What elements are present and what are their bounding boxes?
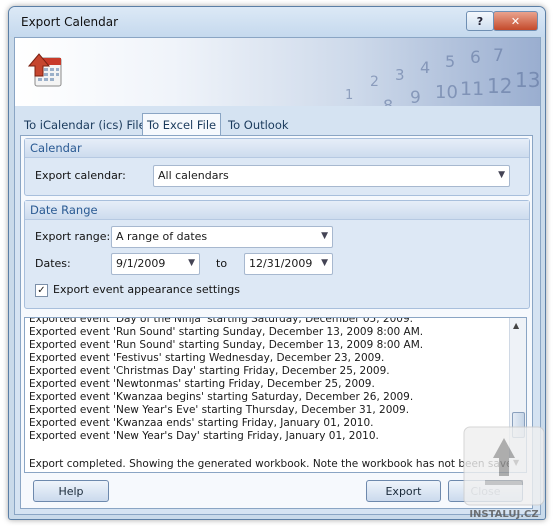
tab-outlook[interactable]: To Outlook	[224, 115, 293, 135]
export-range-value: A range of dates	[116, 230, 208, 243]
banner: 1 2 3 4 5 6 7 8 9 10 11 12 13	[15, 38, 540, 106]
chevron-down-icon: ▼	[321, 231, 328, 241]
log-line: Exported event 'Run Sound' starting Sund…	[29, 326, 424, 338]
log-final-line: Export completed. Showing the generated …	[29, 458, 527, 470]
banner-number: 13	[515, 68, 540, 92]
checkmark-icon: ✓	[37, 285, 46, 296]
log-line: Exported event 'Newtonmas' starting Frid…	[29, 378, 375, 390]
appearance-checkbox-label: Export event appearance settings	[53, 283, 240, 296]
excel-tab-panel: Calendar Export calendar: All calendars …	[20, 135, 533, 509]
export-log[interactable]: Exported event 'Day of the Ninja' starti…	[24, 317, 527, 473]
log-line: Exported event 'Christmas Day' starting …	[29, 365, 390, 377]
banner-number: 5	[445, 52, 456, 71]
tab-excel[interactable]: To Excel File	[142, 113, 222, 136]
log-line: Exported event 'Day of the Ninja' starti…	[29, 317, 413, 325]
banner-number: 9	[410, 88, 421, 106]
help-button[interactable]: Help	[33, 480, 109, 502]
log-line: Exported event 'New Year's Eve' starting…	[29, 404, 410, 416]
calendar-group: Calendar Export calendar: All calendars …	[24, 138, 530, 196]
export-tabs: To iCalendar (ics) File To Excel File To…	[20, 113, 535, 136]
banner-number: 6	[470, 48, 481, 68]
calendar-group-header: Calendar	[25, 139, 529, 158]
export-range-label: Export range:	[35, 230, 111, 243]
banner-number: 11	[460, 78, 485, 100]
date-range-group: Date Range Export range: A range of date…	[24, 200, 530, 309]
log-lines: Exported event 'Day of the Ninja' starti…	[29, 317, 509, 443]
watermark: INSTALUJ.CZ	[463, 426, 545, 520]
banner-number: 8	[383, 96, 394, 106]
log-line: Exported event 'Festivus' starting Wedne…	[29, 352, 385, 364]
watermark-logo-icon	[463, 426, 545, 506]
log-line: Exported event 'Run Sound' starting Sund…	[29, 339, 424, 351]
export-button[interactable]: Export	[366, 480, 441, 502]
chevron-down-icon: ▼	[321, 258, 328, 268]
watermark-text: INSTALUJ.CZ	[469, 509, 539, 520]
chevron-down-icon: ▼	[498, 170, 505, 180]
calendar-export-icon	[27, 53, 62, 87]
export-range-dropdown[interactable]: A range of dates ▼	[111, 226, 333, 248]
log-line: Exported event 'New Year's Day' starting…	[29, 430, 379, 442]
date-range-group-header: Date Range	[25, 201, 529, 220]
tab-icalendar[interactable]: To iCalendar (ics) File	[20, 115, 150, 135]
export-calendar-label: Export calendar:	[35, 169, 126, 182]
title-bar: Export Calendar ? ✕	[9, 7, 545, 37]
log-line: Exported event 'Kwanzaa ends' starting F…	[29, 417, 374, 429]
log-line: Exported event 'Kwanzaa begins' starting…	[29, 391, 414, 403]
banner-number: 3	[395, 66, 405, 84]
window-title: Export Calendar	[21, 15, 119, 29]
start-date-picker[interactable]: 9/1/2009 ▼	[111, 253, 200, 275]
appearance-checkbox[interactable]: ✓	[35, 284, 48, 297]
banner-number: 2	[370, 74, 379, 90]
end-date-picker[interactable]: 12/31/2009 ▼	[244, 253, 333, 275]
export-calendar-value: All calendars	[158, 169, 229, 182]
title-help-button[interactable]: ?	[466, 11, 494, 31]
scroll-up-icon[interactable]: ▲	[513, 321, 519, 330]
banner-number: 12	[487, 74, 513, 98]
dates-label: Dates:	[35, 257, 71, 270]
dialog-client: 1 2 3 4 5 6 7 8 9 10 11 12 13 To iCalendar (ics) Fil…	[14, 37, 541, 515]
start-date-value: 9/1/2009	[116, 257, 166, 270]
end-date-value: 12/31/2009	[249, 257, 313, 270]
title-close-button[interactable]: ✕	[493, 11, 538, 31]
to-label: to	[216, 257, 228, 270]
chevron-down-icon: ▼	[188, 258, 195, 268]
banner-number: 1	[345, 88, 354, 103]
banner-number: 10	[435, 82, 458, 103]
banner-number: 7	[493, 46, 504, 66]
export-calendar-dropdown[interactable]: All calendars ▼	[153, 165, 510, 187]
banner-number: 4	[420, 58, 431, 77]
